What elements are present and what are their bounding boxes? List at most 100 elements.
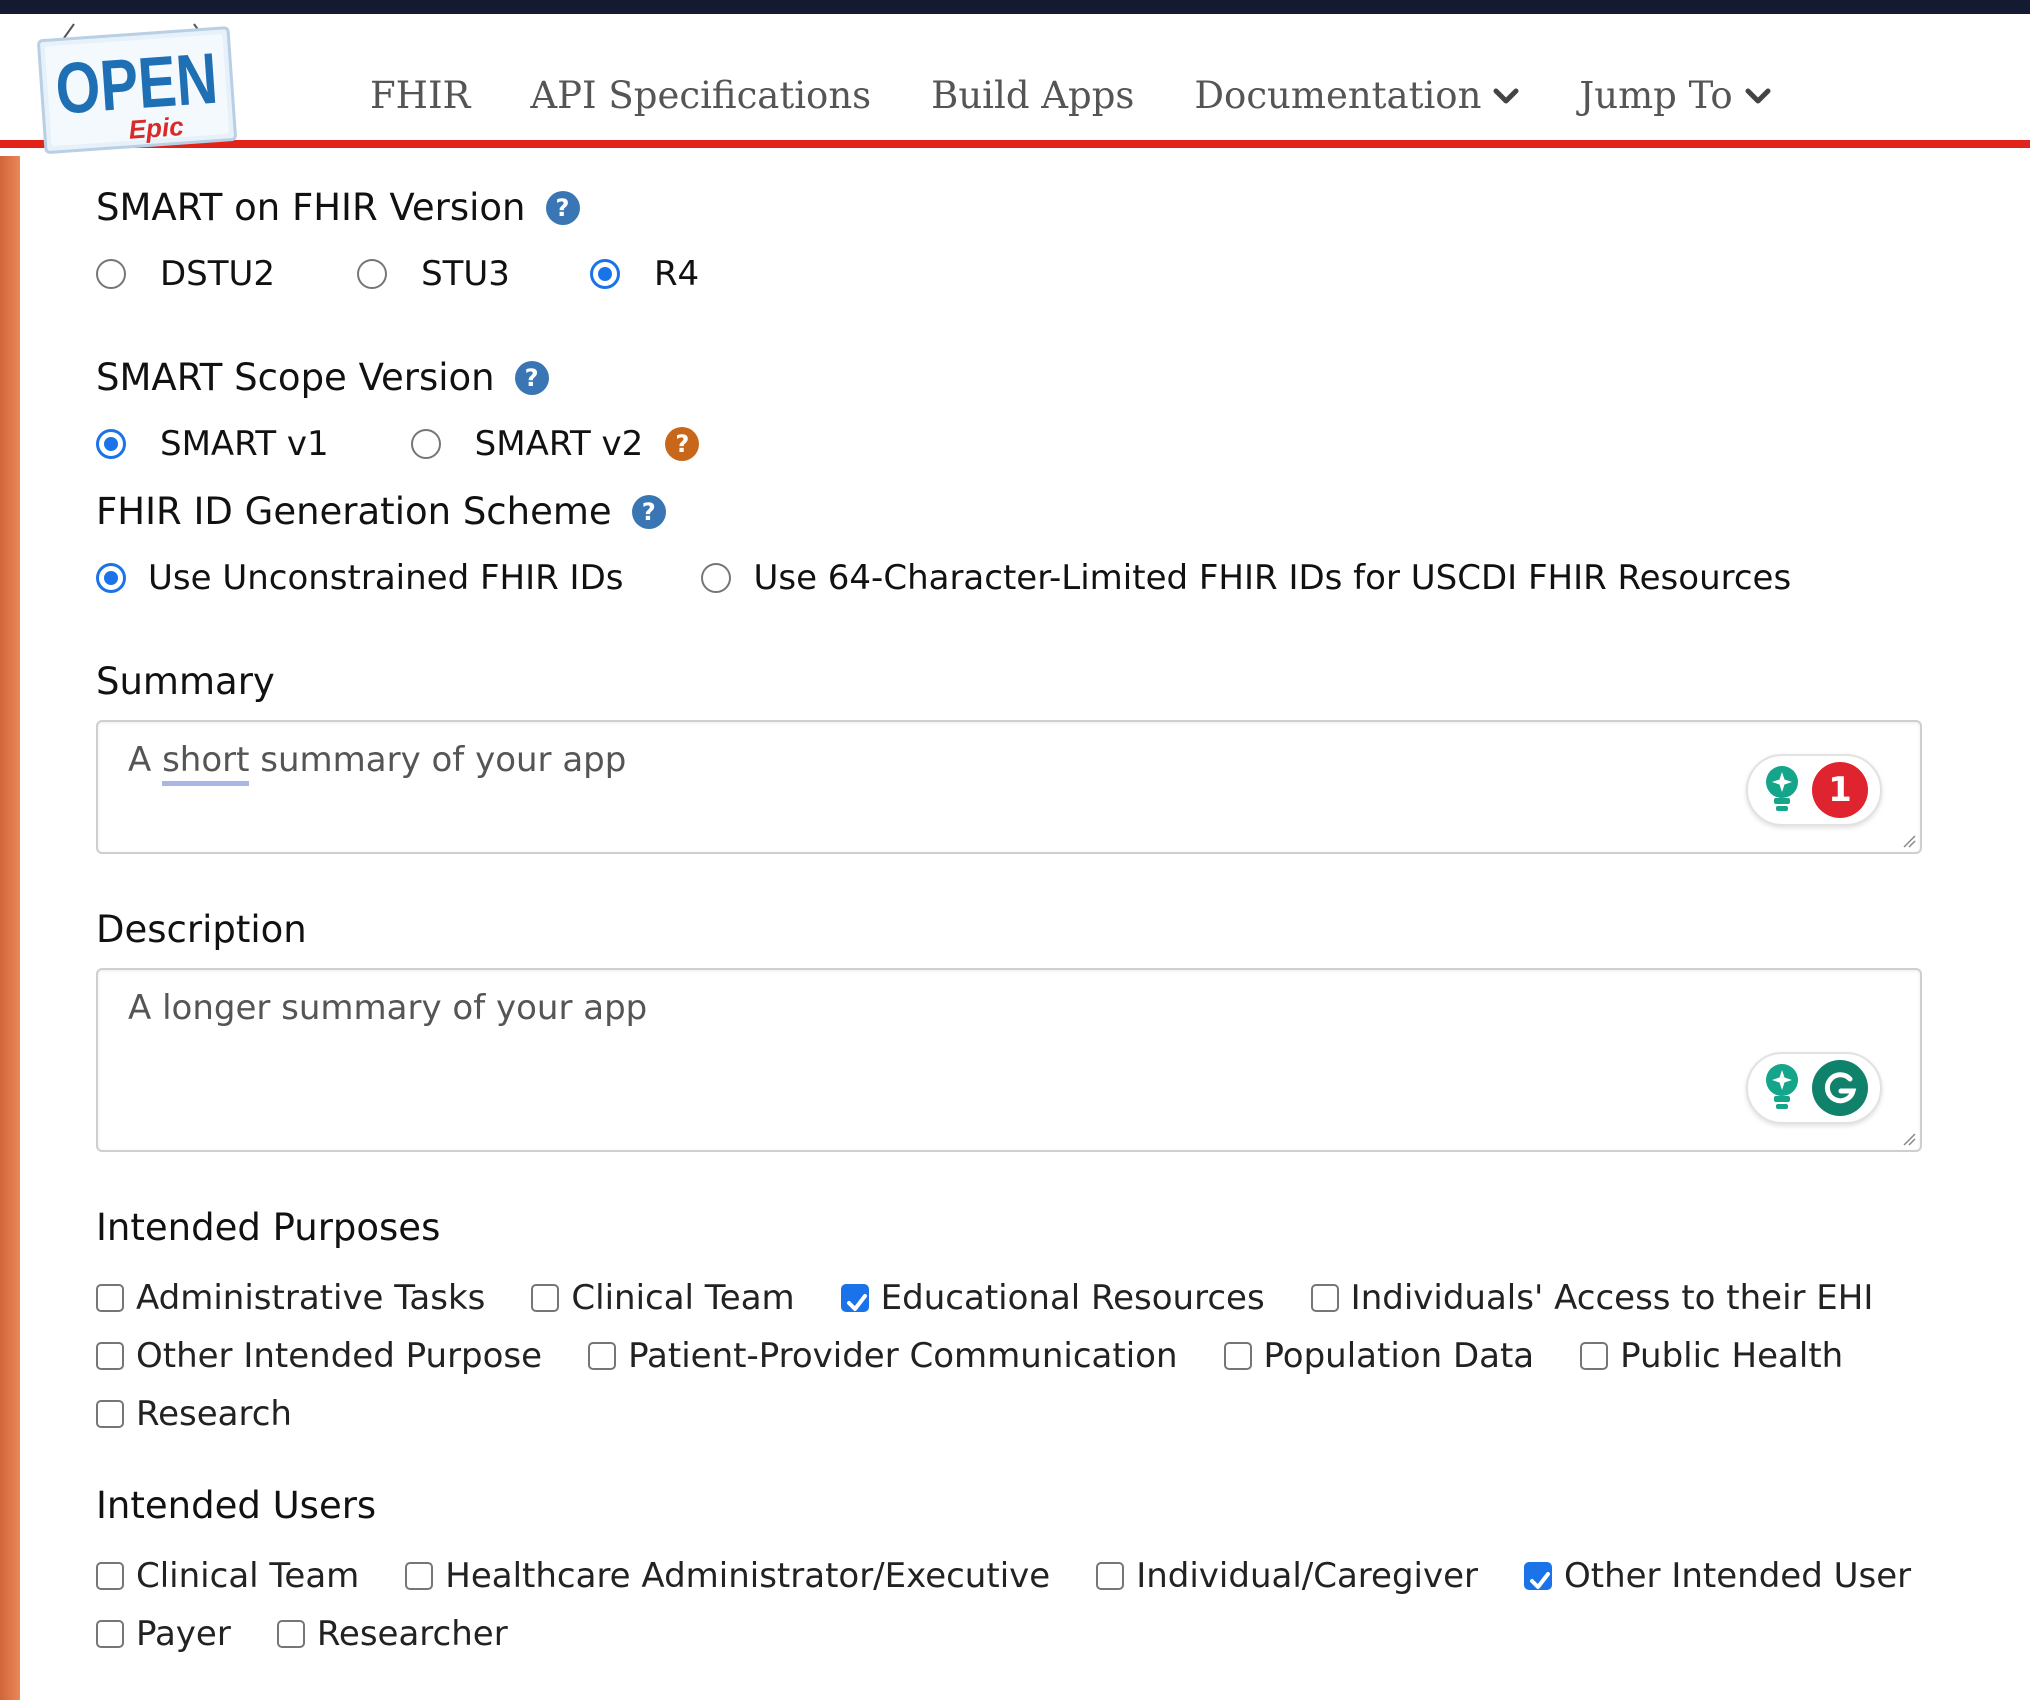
checkbox-payer[interactable]: Payer: [96, 1614, 231, 1654]
checkbox-individuals-access[interactable]: Individuals' Access to their EHI: [1310, 1278, 1873, 1318]
checkbox-label: Public Health: [1620, 1336, 1844, 1376]
open-epic-logo[interactable]: OPEN Epic: [34, 20, 244, 160]
fhir-version-heading: SMART on FHIR Version ?: [96, 186, 580, 229]
id-scheme-label: FHIR ID Generation Scheme: [96, 490, 612, 533]
checkbox-control[interactable]: [588, 1342, 617, 1370]
radio-smart-v2[interactable]: SMART v2 ?: [410, 424, 700, 464]
help-icon[interactable]: ?: [631, 494, 666, 529]
radio-smart-v2-label: SMART v2: [474, 424, 644, 464]
summary-textarea[interactable]: A short summary of your app 1: [96, 720, 1922, 854]
grammar-flagged-word[interactable]: short: [162, 740, 250, 786]
radio-smart-v1[interactable]: SMART v1: [96, 424, 329, 464]
checkbox-control[interactable]: [276, 1620, 305, 1648]
nav-jump-to[interactable]: Jump To: [1579, 74, 1771, 117]
checkbox-control[interactable]: [1096, 1562, 1125, 1590]
nav-fhir-label: FHIR: [370, 74, 471, 117]
checkbox-control[interactable]: [1580, 1342, 1609, 1370]
radio-smart-v1-control[interactable]: [96, 429, 126, 459]
checkbox-label: Clinical Team: [136, 1556, 360, 1596]
checkbox-control[interactable]: [96, 1562, 124, 1590]
checkbox-public-health[interactable]: Public Health: [1580, 1336, 1843, 1376]
radio-limited-ids-label: Use 64-Character-Limited FHIR IDs for US…: [753, 558, 1792, 598]
warning-help-icon[interactable]: ?: [665, 427, 700, 461]
main-navigation: FHIR API Specifications Build Apps Docum…: [370, 74, 1831, 117]
radio-stu3-control[interactable]: [357, 259, 388, 289]
checkbox-control[interactable]: [1223, 1342, 1252, 1370]
left-accent-bar: [0, 156, 20, 1700]
checkbox-control[interactable]: [96, 1284, 124, 1312]
scope-version-options: SMART v1 SMART v2 ?: [96, 424, 700, 464]
radio-dstu2[interactable]: DSTU2: [96, 254, 275, 294]
summary-heading: Summary: [96, 660, 275, 703]
checkbox-label: Population Data: [1263, 1336, 1535, 1376]
radio-unconstrained-ids[interactable]: Use Unconstrained FHIR IDs: [96, 558, 623, 598]
help-icon[interactable]: ?: [545, 190, 580, 225]
nav-api-specifications[interactable]: API Specifications: [530, 74, 871, 117]
checkbox-individual-caregiver[interactable]: Individual/Caregiver: [1096, 1556, 1478, 1596]
users-row-1: Clinical Team Healthcare Administrator/E…: [96, 1556, 1911, 1596]
checkbox-healthcare-administrator[interactable]: Healthcare Administrator/Executive: [405, 1556, 1050, 1596]
checkbox-control[interactable]: [1310, 1284, 1339, 1312]
checkbox-population-data[interactable]: Population Data: [1223, 1336, 1535, 1376]
summary-placeholder: A short summary of your app: [128, 740, 626, 786]
issue-count-badge[interactable]: 1: [1812, 762, 1868, 818]
radio-dstu2-control[interactable]: [96, 259, 126, 289]
checkbox-control[interactable]: [405, 1562, 434, 1590]
scope-version-heading: SMART Scope Version ?: [96, 356, 549, 399]
nav-jump-to-label: Jump To: [1579, 74, 1733, 117]
checkmark-icon: [846, 1294, 867, 1311]
grammarly-widget[interactable]: [1746, 1052, 1882, 1124]
radio-dstu2-label: DSTU2: [160, 254, 276, 294]
radio-r4-control[interactable]: [589, 259, 620, 289]
grammarly-icon[interactable]: [1812, 1060, 1868, 1116]
radio-stu3[interactable]: STU3: [357, 254, 510, 294]
resize-handle-icon[interactable]: [1902, 1132, 1916, 1146]
summary-placeholder-start: A: [128, 740, 163, 780]
checkbox-user-clinical-team[interactable]: Clinical Team: [96, 1556, 359, 1596]
radio-limited-ids[interactable]: Use 64-Character-Limited FHIR IDs for US…: [701, 558, 1791, 598]
checkbox-other-intended-purpose[interactable]: Other Intended Purpose: [96, 1336, 542, 1376]
checkbox-research[interactable]: Research: [96, 1394, 292, 1434]
site-header: OPEN Epic FHIR API Specifications Build …: [0, 14, 2030, 154]
radio-unconstrained-ids-label: Use Unconstrained FHIR IDs: [148, 558, 624, 598]
id-scheme-options: Use Unconstrained FHIR IDs Use 64-Charac…: [96, 558, 1791, 598]
checkbox-control[interactable]: [96, 1400, 124, 1428]
radio-unconstrained-ids-control[interactable]: [96, 563, 126, 593]
nav-fhir[interactable]: FHIR: [370, 74, 470, 117]
checkbox-control[interactable]: [96, 1342, 124, 1370]
help-icon[interactable]: ?: [514, 360, 549, 395]
radio-smart-v2-control[interactable]: [410, 429, 441, 459]
checkbox-control[interactable]: [531, 1284, 560, 1312]
checkbox-control[interactable]: [96, 1620, 124, 1648]
resize-handle-icon[interactable]: [1902, 834, 1916, 848]
checkbox-patient-provider-communication[interactable]: Patient-Provider Communication: [588, 1336, 1178, 1376]
summary-label: Summary: [96, 660, 275, 703]
radio-limited-ids-control[interactable]: [701, 563, 732, 593]
fhir-version-options: DSTU2 STU3 R4: [96, 254, 699, 294]
description-heading: Description: [96, 908, 307, 951]
checkbox-educational-resources[interactable]: Educational Resources: [840, 1278, 1265, 1318]
checkbox-researcher[interactable]: Researcher: [276, 1614, 508, 1654]
id-scheme-heading: FHIR ID Generation Scheme ?: [96, 490, 666, 533]
checkbox-administrative-tasks[interactable]: Administrative Tasks: [96, 1278, 485, 1318]
checkbox-clinical-team[interactable]: Clinical Team: [531, 1278, 795, 1318]
nav-documentation[interactable]: Documentation: [1194, 74, 1519, 117]
scope-version-label: SMART Scope Version: [96, 356, 495, 399]
checkbox-label: Other Intended Purpose: [136, 1336, 543, 1376]
checkbox-control[interactable]: [1524, 1562, 1552, 1590]
purposes-row-2: Other Intended Purpose Patient-Provider …: [96, 1336, 1843, 1376]
description-textarea[interactable]: A longer summary of your app: [96, 968, 1922, 1152]
purposes-row-3: Research: [96, 1394, 292, 1434]
checkbox-other-intended-user[interactable]: Other Intended User: [1524, 1556, 1911, 1596]
logo-epic-text: Epic: [128, 111, 185, 145]
intended-users-heading: Intended Users: [96, 1484, 376, 1527]
users-row-2: Payer Researcher: [96, 1614, 508, 1654]
radio-r4[interactable]: R4: [589, 254, 699, 294]
checkbox-control[interactable]: [840, 1284, 869, 1312]
grammarly-widget[interactable]: 1: [1746, 754, 1882, 826]
intended-purposes-label: Intended Purposes: [96, 1206, 441, 1249]
window-top-bar: [0, 0, 2030, 14]
description-label: Description: [96, 908, 307, 951]
chevron-down-icon: [1493, 88, 1519, 103]
nav-build-apps[interactable]: Build Apps: [931, 74, 1134, 117]
